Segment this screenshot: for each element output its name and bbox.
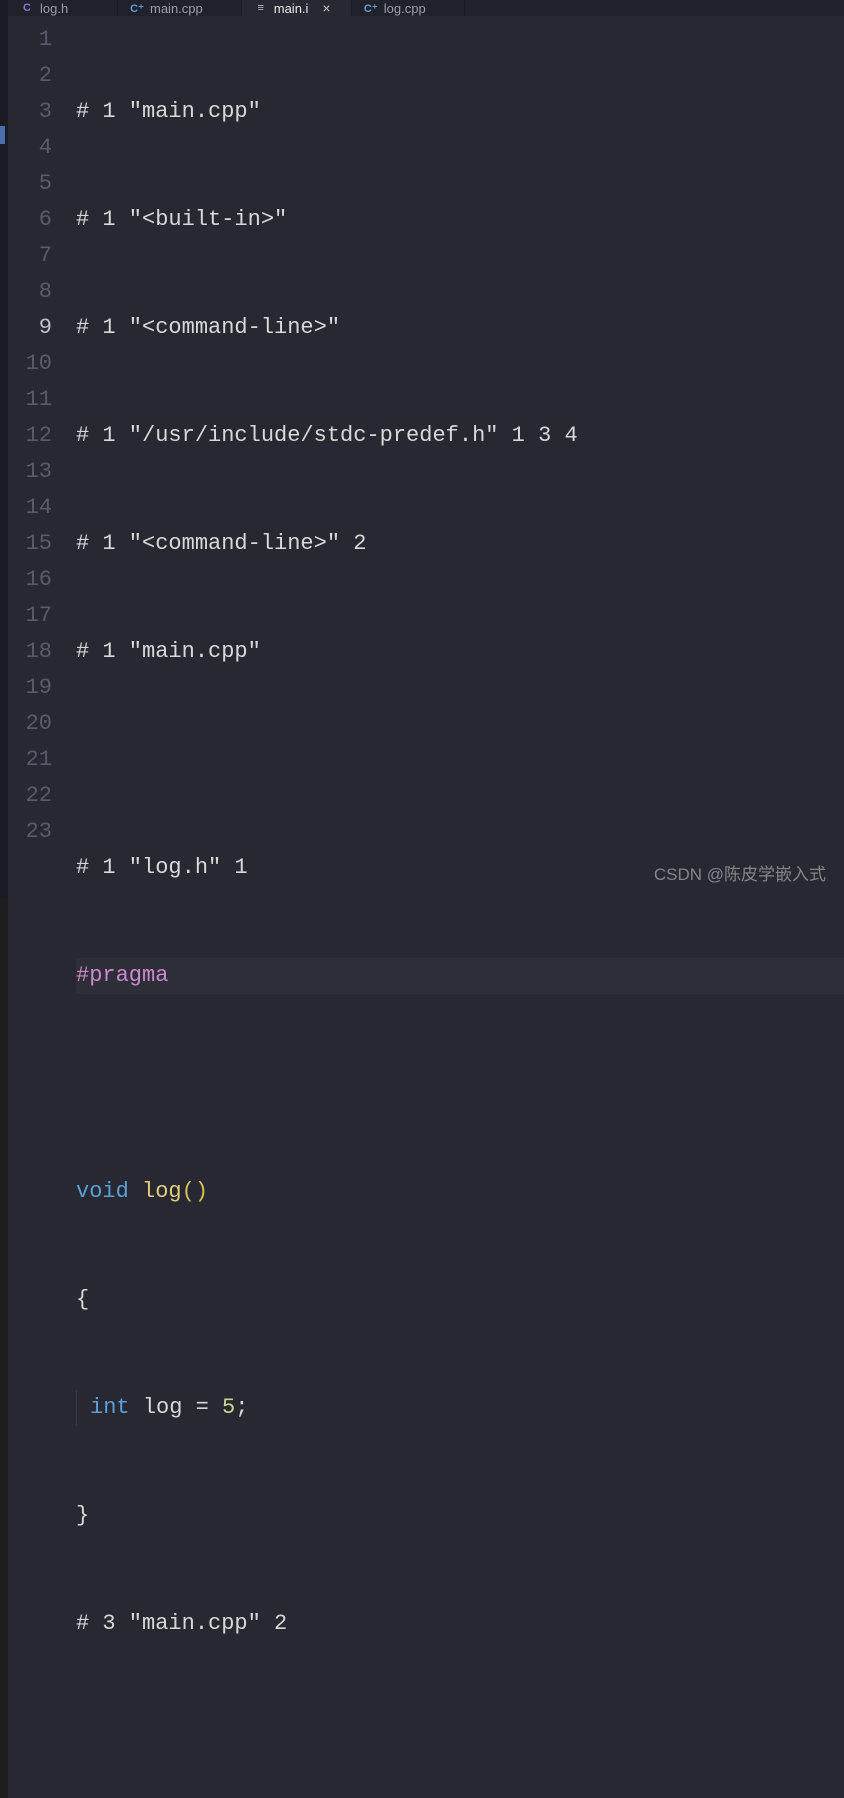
code-line [76, 1714, 844, 1750]
line-number: 10 [8, 346, 52, 382]
code-line: } [76, 1498, 844, 1534]
tab-label: main.cpp [150, 1, 203, 16]
code-line: int log = 5; [76, 1390, 844, 1426]
cpp-file-icon: C⁺ [364, 1, 378, 15]
line-number: 1 [8, 22, 52, 58]
tab-main-i[interactable]: ≡ main.i × [242, 0, 352, 16]
line-number-gutter: 1 2 3 4 5 6 7 8 9 10 11 12 13 14 15 16 1… [8, 16, 76, 1798]
tab-log-cpp[interactable]: C⁺ log.cpp × [352, 0, 465, 16]
tab-label: log.cpp [384, 1, 426, 16]
text-file-icon: ≡ [254, 1, 268, 15]
line-number: 17 [8, 598, 52, 634]
line-number: 6 [8, 202, 52, 238]
c-file-icon: C [20, 1, 34, 15]
line-number: 12 [8, 418, 52, 454]
tab-label: main.i [274, 1, 309, 16]
code-line: # 1 "log.h" 1 [76, 850, 844, 886]
cpp-file-icon: C⁺ [130, 1, 144, 15]
line-number: 8 [8, 274, 52, 310]
line-number: 3 [8, 94, 52, 130]
close-icon[interactable]: × [318, 0, 334, 16]
line-number: 18 [8, 634, 52, 670]
line-number: 20 [8, 706, 52, 742]
line-number: 9 [8, 310, 52, 346]
editor-window: C log.h × C⁺ main.cpp × ≡ main.i × C⁺ lo… [0, 0, 844, 899]
line-number: 5 [8, 166, 52, 202]
tab-main-cpp[interactable]: C⁺ main.cpp × [118, 0, 242, 16]
code-line: { [76, 1282, 844, 1318]
code-line: # 1 "main.cpp" [76, 634, 844, 670]
line-number: 21 [8, 742, 52, 778]
tab-label: log.h [40, 1, 68, 16]
line-number: 14 [8, 490, 52, 526]
code-line [76, 1066, 844, 1102]
code-line: # 1 "<command-line>" 2 [76, 526, 844, 562]
code-line: #pragma [76, 958, 844, 994]
line-number: 16 [8, 562, 52, 598]
line-number: 22 [8, 778, 52, 814]
code-line: # 1 "main.cpp" [76, 94, 844, 130]
activity-bar [0, 0, 8, 899]
code-line: # 3 "main.cpp" 2 [76, 1606, 844, 1642]
line-number: 23 [8, 814, 52, 850]
code-editor[interactable]: 1 2 3 4 5 6 7 8 9 10 11 12 13 14 15 16 1… [8, 16, 844, 1798]
line-number: 4 [8, 130, 52, 166]
line-number: 15 [8, 526, 52, 562]
code-line: # 1 "<built-in>" [76, 202, 844, 238]
line-number: 7 [8, 238, 52, 274]
main-area: C log.h × C⁺ main.cpp × ≡ main.i × C⁺ lo… [8, 0, 844, 899]
code-line: void log() [76, 1174, 844, 1210]
code-line: # 1 "<command-line>" [76, 310, 844, 346]
code-content[interactable]: # 1 "main.cpp" # 1 "<built-in>" # 1 "<co… [76, 16, 844, 1798]
line-number: 19 [8, 670, 52, 706]
line-number: 13 [8, 454, 52, 490]
tab-log-h[interactable]: C log.h × [8, 0, 118, 16]
activity-marker [0, 126, 5, 144]
line-number: 2 [8, 58, 52, 94]
code-line: # 1 "/usr/include/stdc-predef.h" 1 3 4 [76, 418, 844, 454]
code-line [76, 742, 844, 778]
tab-bar: C log.h × C⁺ main.cpp × ≡ main.i × C⁺ lo… [8, 0, 844, 16]
line-number: 11 [8, 382, 52, 418]
